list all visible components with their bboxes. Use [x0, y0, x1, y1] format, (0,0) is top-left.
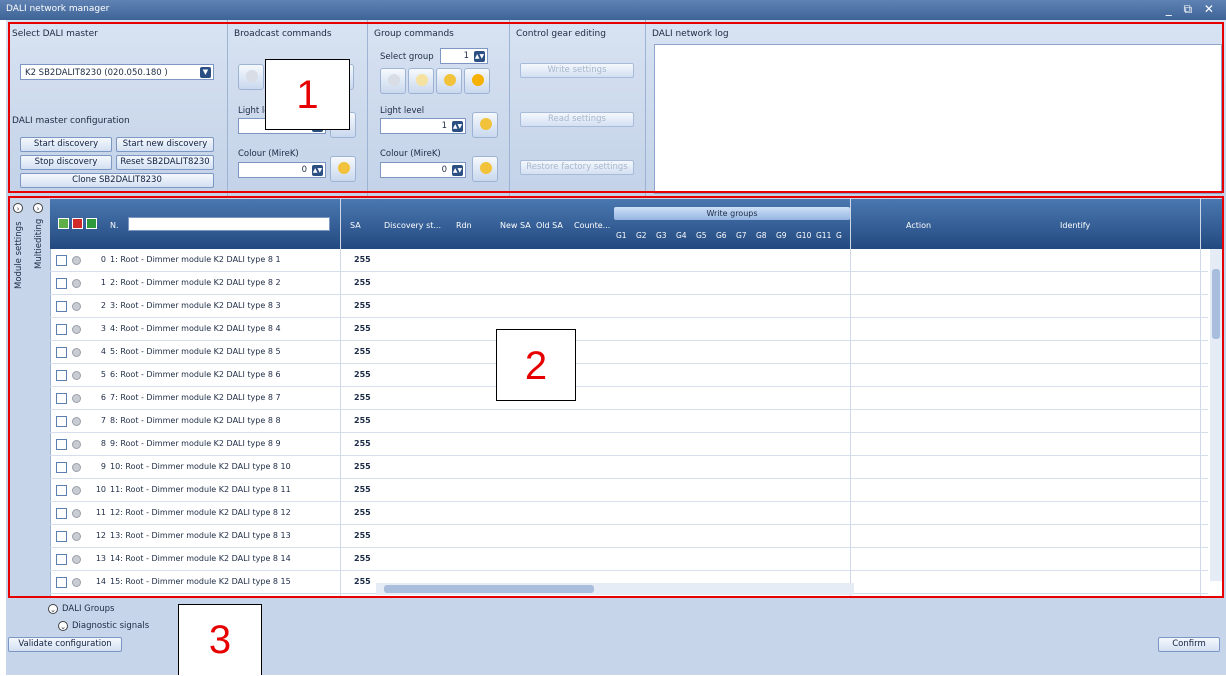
- window-title: DALI network manager: [6, 4, 110, 14]
- diagnostic-signals-label[interactable]: Diagnostic signals: [72, 621, 149, 631]
- callout-2: 2: [496, 329, 576, 401]
- confirm-button[interactable]: Confirm: [1158, 637, 1220, 652]
- window-controls[interactable]: _ ⧉ ✕: [1166, 2, 1218, 17]
- window-titlebar: DALI network manager _ ⧉ ✕: [0, 0, 1226, 20]
- annotation-frame-1: [8, 22, 1224, 193]
- callout-3: 3: [178, 604, 262, 675]
- expand-diagnostic-icon[interactable]: ⌄: [58, 621, 68, 631]
- callout-1: 1: [265, 59, 350, 130]
- dali-groups-label[interactable]: DALI Groups: [62, 604, 114, 614]
- annotation-frame-2: [8, 196, 1224, 598]
- expand-dali-groups-icon[interactable]: ⌄: [48, 604, 58, 614]
- validate-configuration-button[interactable]: Validate configuration: [8, 637, 122, 652]
